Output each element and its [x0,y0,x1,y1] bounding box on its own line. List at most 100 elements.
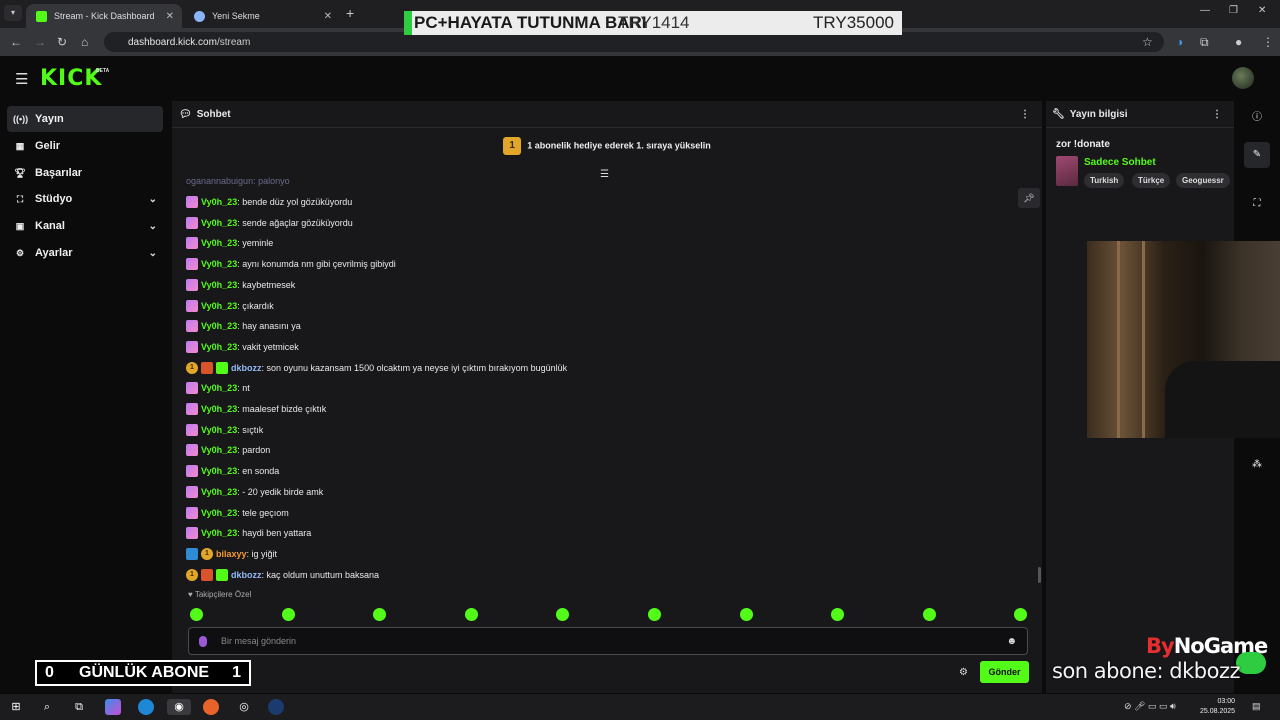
chat-username[interactable]: Vy0h_23 [201,321,237,331]
close-window-icon[interactable]: ✕ [1258,5,1266,16]
emote-icon[interactable] [556,608,569,621]
windows-start-icon[interactable]: ⊞ [8,699,24,715]
extension-icon[interactable]: ◑ [1176,35,1183,49]
copilot-icon[interactable] [105,699,121,715]
chat-username[interactable]: Vy0h_23 [201,342,237,352]
extensions-puzzle-icon[interactable]: ⧉ [1200,35,1209,50]
chat-message: Vy0h_23: çıkardık [186,299,274,313]
notifications-icon[interactable]: ▤ [1252,701,1261,712]
chat-username[interactable]: Vy0h_23 [201,404,237,414]
gift-badge-icon [186,403,198,415]
sidebar-item-ayarlar[interactable]: ⚙ Ayarlar ⌄ [7,240,163,266]
chat-scrollbar[interactable] [1038,567,1041,583]
sidebar-item-gelir[interactable]: ▦ Gelir [7,133,163,159]
bynogame-mark: By [1146,634,1175,658]
chat-username[interactable]: Vy0h_23 [201,301,237,311]
emote-icon[interactable] [190,608,203,621]
task-view-icon[interactable]: ⧉ [71,699,87,715]
sidebar-item-basarilar[interactable]: 🏆︎ Başarılar [7,160,163,186]
chat-settings-icon[interactable]: ⚙ [959,667,968,678]
reload-icon[interactable]: ↻ [57,35,67,49]
home-icon[interactable]: ⌂ [81,35,88,49]
collapse-icon[interactable]: ☰ [600,169,609,180]
chat-username[interactable]: Vy0h_23 [201,383,237,393]
chat-username[interactable]: dkbozz [231,363,262,373]
close-tab-icon[interactable]: ✕ [166,11,174,22]
tab-search-button[interactable]: ▾ [4,5,22,21]
microphone-icon[interactable] [199,635,207,647]
chat-message-input[interactable]: Bir mesaj gönderin ☻ [188,627,1028,655]
url-path: /stream [216,36,251,48]
minimize-icon[interactable]: — [1200,5,1210,16]
emote-icon[interactable] [831,608,844,621]
send-button[interactable]: Gönder [980,661,1029,683]
obs-icon[interactable]: ◎ [236,699,252,715]
emoji-icon[interactable]: ☻ [1006,636,1017,647]
edit-pencil-icon[interactable]: ✎ [1244,142,1270,168]
sidebar-item-studyo[interactable]: ⛶ Stüdyo ⌄ [7,186,163,212]
chrome-taskbar-icon[interactable]: ◉ [167,699,191,715]
profile-icon[interactable]: ● [1235,35,1242,49]
search-icon[interactable]: ⌕ [39,699,55,715]
chat-username[interactable]: Vy0h_23 [201,425,237,435]
emote-icon[interactable] [373,608,386,621]
back-icon[interactable]: ← [10,35,22,49]
fullscreen-icon[interactable]: ⛶ [1244,191,1270,217]
address-bar[interactable]: dashboard.kick.com/stream [104,32,1164,52]
sub-counter-right: 1 [232,664,241,681]
chat-username[interactable]: Vy0h_23 [201,197,237,207]
chat-username[interactable]: Vy0h_23 [201,218,237,228]
tab-kick-dashboard[interactable]: Stream - Kick Dashboard ✕ [26,4,182,28]
firefox-icon[interactable] [203,699,219,715]
gift-sub-promo[interactable]: 1 1 abonelik hediye ederek 1. sıraya yüks… [172,137,1042,155]
system-clock[interactable]: 03:00 25.08.2025 [1200,697,1235,717]
chat-message: Vy0h_23: bende düz yol gözüküyordu [186,195,352,209]
goal-target: TRY35000 [813,13,894,32]
gift-badge-icon [186,258,198,270]
emote-icon[interactable] [465,608,478,621]
menu-dots-icon[interactable]: ⋮ [1262,35,1274,49]
stream-category[interactable]: Sadece Sohbet [1084,157,1156,168]
hamburger-menu-icon[interactable]: ☰ [15,70,28,88]
chat-username[interactable]: Vy0h_23 [201,280,237,290]
forward-icon[interactable]: → [34,35,46,49]
sidebar-item-yayin[interactable]: ((•)) Yayın [7,106,163,132]
stream-info-options-icon[interactable]: ⋮ [1212,109,1222,120]
chat-username[interactable]: Vy0h_23 [201,466,237,476]
chat-username[interactable]: Vy0h_23 [201,487,237,497]
gift-badge-icon [186,424,198,436]
sidebar-item-label: Ayarlar [35,247,73,259]
emote-icon[interactable] [740,608,753,621]
emote-icon[interactable] [648,608,661,621]
bookmark-star-icon[interactable]: ☆ [1142,35,1153,49]
chat-username[interactable]: Vy0h_23 [201,445,237,455]
chat-username[interactable]: Vy0h_23 [201,259,237,269]
chat-username[interactable]: Vy0h_23 [201,238,237,248]
chat-message-text: : sende ağaçlar gözüküyordu [237,218,353,228]
broadcast-icon: ((•)) [13,114,29,124]
emote-icon[interactable] [923,608,936,621]
emote-icon[interactable] [282,608,295,621]
close-tab-icon[interactable]: ✕ [324,11,332,22]
chat-options-icon[interactable]: ⋮ [1020,109,1030,120]
popcorn-badge-icon [201,569,213,581]
tab-new-tab[interactable]: Yeni Sekme ✕ [184,4,340,28]
emote-icon[interactable] [1014,608,1027,621]
sidebar-item-kanal[interactable]: ▣ Kanal ⌄ [7,213,163,239]
tray-icons[interactable]: ⊘ 🎤︎ ▭ ▭ 🔊︎ [1124,701,1176,712]
user-avatar[interactable] [1232,67,1254,89]
chat-username[interactable]: Vy0h_23 [201,528,237,538]
steam-icon[interactable] [268,699,284,715]
gift-badge-icon [186,382,198,394]
kick-logo[interactable]: KICK [40,66,102,91]
chat-username[interactable]: Vy0h_23 [201,508,237,518]
edge-icon[interactable] [138,699,154,715]
share-icon[interactable]: ⁂ [1244,452,1270,478]
pin-icon[interactable]: 📌︎ [1018,188,1040,208]
chat-message: Vy0h_23: tele geçıom [186,506,289,520]
info-icon[interactable]: ⓘ [1244,105,1270,131]
new-tab-button[interactable]: + [346,5,354,21]
chat-username[interactable]: dkbozz [231,570,262,580]
restore-icon[interactable]: ❐ [1229,5,1238,16]
chat-username[interactable]: bilaxyy [216,549,247,559]
